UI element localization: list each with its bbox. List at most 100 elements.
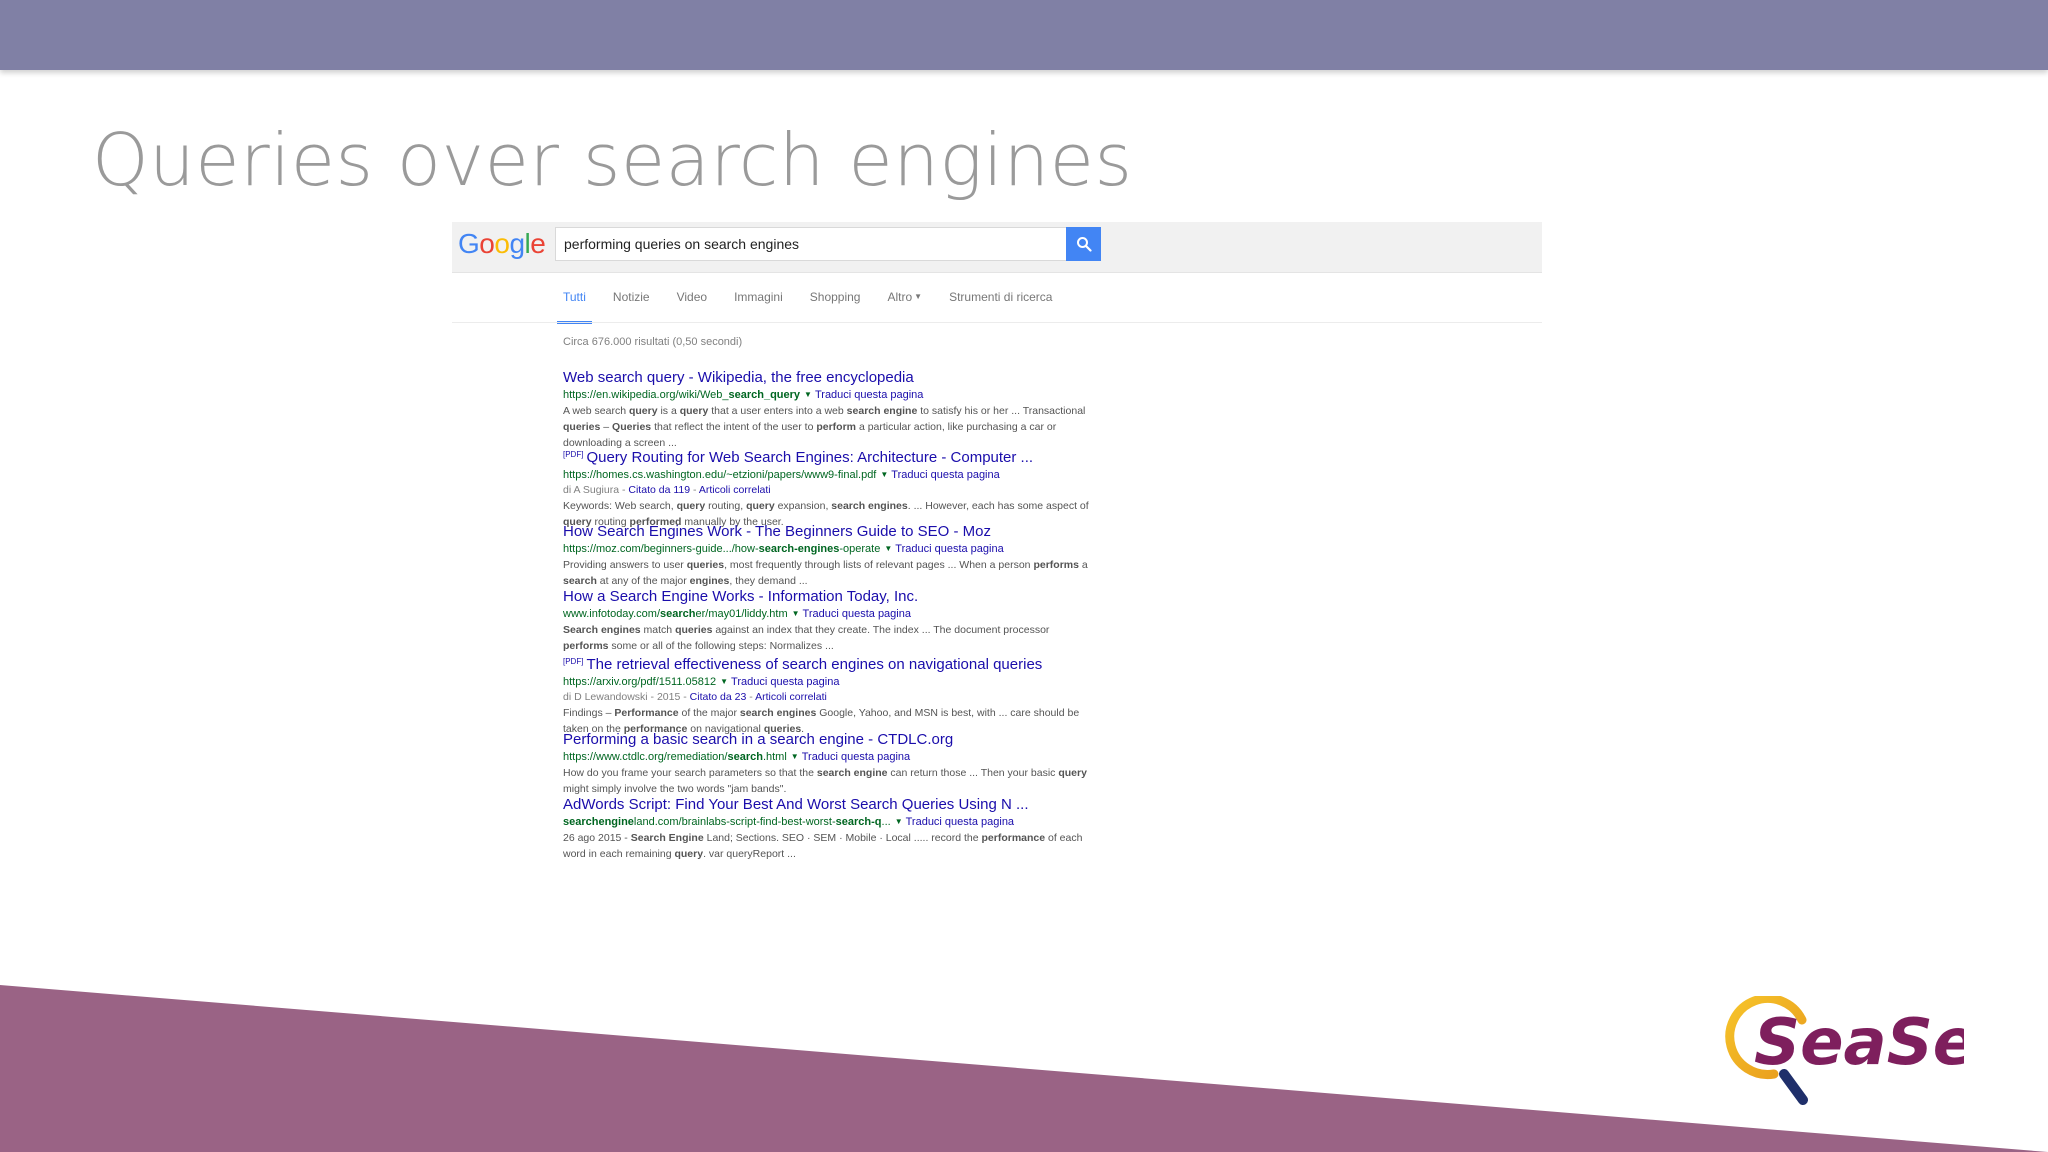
tab-video[interactable]: Video bbox=[677, 290, 707, 320]
search-input[interactable] bbox=[556, 228, 1066, 260]
text-run: routing, bbox=[705, 500, 747, 512]
result-title-text: How Search Engines Work - The Beginners … bbox=[563, 523, 991, 540]
tabs-divider bbox=[452, 322, 1542, 323]
highlighted-term: search bbox=[727, 751, 763, 763]
cited-by-link[interactable]: Citato da 119 bbox=[628, 484, 690, 496]
text-run: against an index that they create. The i… bbox=[712, 624, 1050, 636]
translate-page-link[interactable]: Traduci questa pagina bbox=[731, 676, 839, 688]
translate-page-link[interactable]: Traduci questa pagina bbox=[802, 751, 910, 763]
result-url: www.infotoday.com/searcher/may01/liddy.h… bbox=[563, 606, 1103, 622]
result-meta: di A Sugiura - Citato da 119 - Articoli … bbox=[563, 484, 771, 496]
related-articles-link[interactable]: Articoli correlati bbox=[699, 484, 771, 496]
text-run: of the major bbox=[678, 707, 740, 719]
result-title-link[interactable]: [PDF] The retrieval effectiveness of sear… bbox=[563, 652, 1103, 674]
result-url: https://homes.cs.washington.edu/~etzioni… bbox=[563, 467, 1103, 483]
result-title-link[interactable]: [PDF] Query Routing for Web Search Engine… bbox=[563, 445, 1103, 467]
text-run: can return those ... Then your basic bbox=[887, 767, 1059, 779]
result-url: https://arxiv.org/pdf/1511.05812 ▼ Traduci… bbox=[563, 674, 1103, 690]
result-title-link[interactable]: AdWords Script: Find Your Best And Worst… bbox=[563, 795, 1103, 814]
dropdown-arrow-icon[interactable]: ▼ bbox=[804, 390, 812, 399]
highlighted-term: engines bbox=[689, 575, 730, 587]
text-run: www.infotoday.com/ bbox=[563, 608, 661, 620]
text-run: expansion, bbox=[774, 500, 832, 512]
tab-shopping[interactable]: Shopping bbox=[810, 290, 861, 320]
text-run: https://en.wikipedia.org/wiki/Web_ bbox=[563, 389, 729, 401]
highlighted-term: search_query bbox=[728, 389, 801, 401]
result-title-link[interactable]: How Search Engines Work - The Beginners … bbox=[563, 522, 1103, 541]
dropdown-arrow-icon[interactable]: ▼ bbox=[880, 470, 888, 479]
text-run: is a bbox=[657, 405, 680, 417]
text-run: some or all of the following steps: Norm… bbox=[608, 640, 834, 652]
highlighted-term: search engines bbox=[831, 500, 908, 512]
text-run: might simply involve the two words "jam … bbox=[563, 783, 787, 795]
search-result: AdWords Script: Find Your Best And Worst… bbox=[563, 795, 1103, 862]
highlighted-term: Search Engine bbox=[630, 832, 704, 844]
result-title-link[interactable]: Performing a basic search in a search en… bbox=[563, 730, 1103, 749]
result-url: https://en.wikipedia.org/wiki/Web_search… bbox=[563, 387, 1103, 403]
text-run: to satisfy his or her ... Transactional bbox=[917, 405, 1086, 417]
google-logo[interactable]: Google bbox=[458, 228, 546, 260]
dropdown-arrow-icon[interactable]: ▼ bbox=[884, 544, 892, 553]
text-run: How do you frame your search parameters … bbox=[563, 767, 817, 779]
text-run: Providing answers to user bbox=[563, 559, 687, 571]
result-title-text: How a Search Engine Works - Information … bbox=[563, 588, 919, 605]
tab-strumenti-di-ricerca[interactable]: Strumenti di ricerca bbox=[949, 290, 1052, 320]
related-articles-link[interactable]: Articoli correlati bbox=[755, 691, 827, 703]
google-logo-letter: o bbox=[494, 228, 510, 259]
result-title-link[interactable]: How a Search Engine Works - Information … bbox=[563, 587, 1103, 606]
text-run: . var queryReport ... bbox=[703, 848, 796, 860]
translate-page-link[interactable]: Traduci questa pagina bbox=[815, 389, 923, 401]
search-button[interactable] bbox=[1066, 227, 1101, 261]
highlighted-term: queries bbox=[563, 421, 601, 433]
result-url: searchengineland.com/brainlabs-script-fi… bbox=[563, 814, 1103, 830]
highlighted-term: Queries bbox=[612, 421, 652, 433]
search-result: How Search Engines Work - The Beginners … bbox=[563, 522, 1103, 589]
text-run: , they demand ... bbox=[729, 575, 808, 587]
result-author: di A Sugiura bbox=[563, 484, 620, 496]
text-run: a bbox=[1078, 559, 1088, 571]
highlighted-term: performs bbox=[563, 640, 609, 652]
dropdown-arrow-icon[interactable]: ▼ bbox=[791, 752, 799, 761]
highlighted-term: query bbox=[628, 405, 658, 417]
highlighted-term: search engine bbox=[816, 767, 888, 779]
result-title-text: Web search query - Wikipedia, the free e… bbox=[563, 369, 914, 386]
result-title-text: Query Routing for Web Search Engines: Ar… bbox=[586, 449, 1034, 466]
search-box bbox=[555, 227, 1067, 261]
search-icon bbox=[1076, 237, 1092, 252]
dropdown-arrow-icon[interactable]: ▼ bbox=[895, 817, 903, 826]
logo-text: SeaSe bbox=[1754, 1006, 1964, 1080]
dropdown-arrow-icon[interactable]: ▼ bbox=[792, 609, 800, 618]
translate-page-link[interactable]: Traduci questa pagina bbox=[803, 608, 911, 620]
result-url: https://www.ctdlc.org/remediation/search… bbox=[563, 749, 1103, 765]
tab-notizie[interactable]: Notizie bbox=[613, 290, 650, 320]
result-snippet: How do you frame your search parameters … bbox=[563, 765, 1093, 797]
text-run: https://www.ctdlc.org/remediation/ bbox=[563, 751, 728, 763]
text-run: land.com/brainlabs-script-find-best-wors… bbox=[633, 816, 836, 828]
highlighted-term: search engines bbox=[739, 707, 817, 719]
text-run: https://arxiv.org/pdf/1511.05812 bbox=[563, 676, 717, 688]
search-result: Performing a basic search in a search en… bbox=[563, 730, 1103, 797]
result-author: di D Lewandowski - 2015 bbox=[563, 691, 681, 703]
dropdown-arrow-icon[interactable]: ▼ bbox=[720, 677, 728, 686]
result-title-text: Performing a basic search in a search en… bbox=[563, 731, 954, 748]
result-stats: Circa 676.000 risultati (0,50 secondi) bbox=[563, 336, 743, 348]
cited-by-link[interactable]: Citato da 23 bbox=[690, 691, 747, 703]
tab-tutti[interactable]: Tutti bbox=[557, 290, 592, 324]
tab-altro[interactable]: Altro ▼ bbox=[887, 290, 922, 320]
text-run: A web search bbox=[563, 405, 629, 417]
result-title-text: The retrieval effectiveness of search en… bbox=[586, 656, 1043, 673]
result-title-text: AdWords Script: Find Your Best And Worst… bbox=[563, 796, 1029, 813]
text-run: . ... However, each has some aspect of bbox=[907, 500, 1089, 512]
translate-page-link[interactable]: Traduci questa pagina bbox=[906, 816, 1014, 828]
search-result: [PDF] Query Routing for Web Search Engine… bbox=[563, 445, 1103, 530]
result-title-link[interactable]: Web search query - Wikipedia, the free e… bbox=[563, 368, 1103, 387]
translate-page-link[interactable]: Traduci questa pagina bbox=[891, 469, 999, 481]
pdf-tag: [PDF] bbox=[563, 450, 584, 459]
translate-page-link[interactable]: Traduci questa pagina bbox=[895, 543, 1003, 555]
highlighted-term: query bbox=[746, 500, 775, 512]
highlighted-term: queries bbox=[675, 624, 713, 636]
tab-immagini[interactable]: Immagini bbox=[734, 290, 783, 320]
search-result: [PDF] The retrieval effectiveness of sear… bbox=[563, 652, 1103, 737]
result-url: https://moz.com/beginners-guide.../how-s… bbox=[563, 541, 1103, 557]
highlighted-term: search-q bbox=[835, 816, 882, 828]
